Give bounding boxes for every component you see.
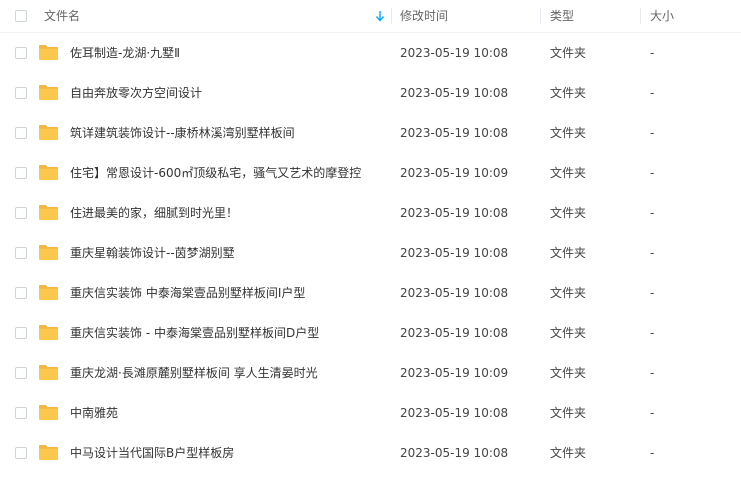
- file-name[interactable]: 重庆龙湖·長滩原麓别墅样板间 享人生清晏时光: [70, 353, 318, 393]
- file-size: -: [650, 166, 655, 180]
- file-size: -: [650, 126, 655, 140]
- file-size: -: [650, 286, 655, 300]
- folder-icon: [39, 285, 58, 300]
- file-row[interactable]: 中南雅苑 2023-05-19 10:08 文件夹 -: [0, 393, 741, 433]
- file-modified-time: 2023-05-19 10:08: [400, 286, 509, 300]
- file-row[interactable]: 重庆信实装饰 中泰海棠壹品别墅样板间I户型 2023-05-19 10:08 文…: [0, 273, 741, 313]
- column-separator: [540, 8, 541, 24]
- file-name[interactable]: 中南雅苑: [70, 393, 118, 433]
- folder-icon: [39, 125, 58, 140]
- file-name[interactable]: 住进最美的家，细腻到时光里！: [70, 193, 238, 233]
- file-row[interactable]: 住宅】常恩设计-600㎡顶级私宅，骚气又艺术的摩登控 2023-05-19 10…: [0, 153, 741, 193]
- select-all-checkbox[interactable]: [15, 10, 27, 22]
- file-row[interactable]: 中马设计当代国际B户型样板房 2023-05-19 10:08 文件夹 -: [0, 433, 741, 473]
- column-separator: [391, 8, 392, 24]
- column-header-name[interactable]: 文件名: [44, 0, 80, 32]
- file-type: 文件夹: [550, 406, 587, 420]
- file-modified-time: 2023-05-19 10:08: [400, 46, 509, 60]
- file-name[interactable]: 重庆星翰装饰设计--茵梦湖别墅: [70, 233, 235, 273]
- file-row[interactable]: 筑详建筑装饰设计--康桥林溪湾别墅样板间 2023-05-19 10:08 文件…: [0, 113, 741, 153]
- file-name[interactable]: 重庆信实装饰 中泰海棠壹品别墅样板间I户型: [70, 273, 305, 313]
- file-type: 文件夹: [550, 366, 587, 380]
- file-name[interactable]: 住宅】常恩设计-600㎡顶级私宅，骚气又艺术的摩登控: [70, 153, 361, 193]
- file-size: -: [650, 406, 655, 420]
- folder-icon: [39, 405, 58, 420]
- file-name[interactable]: 自由奔放零次方空间设计: [70, 73, 202, 113]
- file-list: 文件名 修改时间 类型 大小 佐耳制造-龙湖·九墅Ⅱ 2023-05-19 10…: [0, 0, 741, 481]
- row-checkbox[interactable]: [15, 407, 27, 419]
- file-row[interactable]: 重庆信实装饰 - 中泰海棠壹品别墅样板间D户型 2023-05-19 10:08…: [0, 313, 741, 353]
- folder-icon: [39, 45, 58, 60]
- file-modified-time: 2023-05-19 10:08: [400, 126, 509, 140]
- file-type: 文件夹: [550, 126, 587, 140]
- row-checkbox[interactable]: [15, 367, 27, 379]
- row-checkbox[interactable]: [15, 207, 27, 219]
- file-modified-time: 2023-05-19 10:09: [400, 366, 509, 380]
- row-checkbox[interactable]: [15, 167, 27, 179]
- file-modified-time: 2023-05-19 10:08: [400, 86, 509, 100]
- file-type: 文件夹: [550, 446, 587, 460]
- file-row[interactable]: 重庆星翰装饰设计--茵梦湖别墅 2023-05-19 10:08 文件夹 -: [0, 233, 741, 273]
- file-modified-time: 2023-05-19 10:08: [400, 446, 509, 460]
- file-modified-time: 2023-05-19 10:08: [400, 406, 509, 420]
- file-type: 文件夹: [550, 86, 587, 100]
- folder-icon: [39, 365, 58, 380]
- file-type: 文件夹: [550, 46, 587, 60]
- folder-icon: [39, 245, 58, 260]
- row-checkbox[interactable]: [15, 247, 27, 259]
- file-name[interactable]: 佐耳制造-龙湖·九墅Ⅱ: [70, 33, 180, 73]
- file-modified-time: 2023-05-19 10:08: [400, 326, 509, 340]
- folder-icon: [39, 165, 58, 180]
- file-rows: 佐耳制造-龙湖·九墅Ⅱ 2023-05-19 10:08 文件夹 - 自由奔放零…: [0, 33, 741, 473]
- file-size: -: [650, 206, 655, 220]
- row-checkbox[interactable]: [15, 327, 27, 339]
- file-size: -: [650, 246, 655, 260]
- file-name[interactable]: 中马设计当代国际B户型样板房: [70, 433, 234, 473]
- file-size: -: [650, 46, 655, 60]
- file-size: -: [650, 446, 655, 460]
- file-modified-time: 2023-05-19 10:08: [400, 246, 509, 260]
- row-checkbox[interactable]: [15, 87, 27, 99]
- column-header-modified[interactable]: 修改时间: [400, 0, 448, 32]
- file-modified-time: 2023-05-19 10:09: [400, 166, 509, 180]
- file-name[interactable]: 筑详建筑装饰设计--康桥林溪湾别墅样板间: [70, 113, 295, 153]
- folder-icon: [39, 445, 58, 460]
- file-modified-time: 2023-05-19 10:08: [400, 206, 509, 220]
- file-row[interactable]: 佐耳制造-龙湖·九墅Ⅱ 2023-05-19 10:08 文件夹 -: [0, 33, 741, 73]
- file-size: -: [650, 326, 655, 340]
- column-header-type[interactable]: 类型: [550, 0, 574, 32]
- file-row[interactable]: 住进最美的家，细腻到时光里！ 2023-05-19 10:08 文件夹 -: [0, 193, 741, 233]
- column-separator: [640, 8, 641, 24]
- row-checkbox[interactable]: [15, 287, 27, 299]
- file-name[interactable]: 重庆信实装饰 - 中泰海棠壹品别墅样板间D户型: [70, 313, 319, 353]
- file-size: -: [650, 86, 655, 100]
- row-checkbox[interactable]: [15, 127, 27, 139]
- file-row[interactable]: 重庆龙湖·長滩原麓别墅样板间 享人生清晏时光 2023-05-19 10:09 …: [0, 353, 741, 393]
- folder-icon: [39, 325, 58, 340]
- sort-down-arrow-icon[interactable]: [375, 10, 385, 22]
- folder-icon: [39, 205, 58, 220]
- file-type: 文件夹: [550, 286, 587, 300]
- row-checkbox[interactable]: [15, 47, 27, 59]
- file-type: 文件夹: [550, 326, 587, 340]
- file-type: 文件夹: [550, 206, 587, 220]
- file-size: -: [650, 366, 655, 380]
- column-header-size[interactable]: 大小: [650, 0, 674, 32]
- file-list-header: 文件名 修改时间 类型 大小: [0, 0, 741, 33]
- row-checkbox[interactable]: [15, 447, 27, 459]
- folder-icon: [39, 85, 58, 100]
- file-type: 文件夹: [550, 246, 587, 260]
- file-row[interactable]: 自由奔放零次方空间设计 2023-05-19 10:08 文件夹 -: [0, 73, 741, 113]
- file-type: 文件夹: [550, 166, 587, 180]
